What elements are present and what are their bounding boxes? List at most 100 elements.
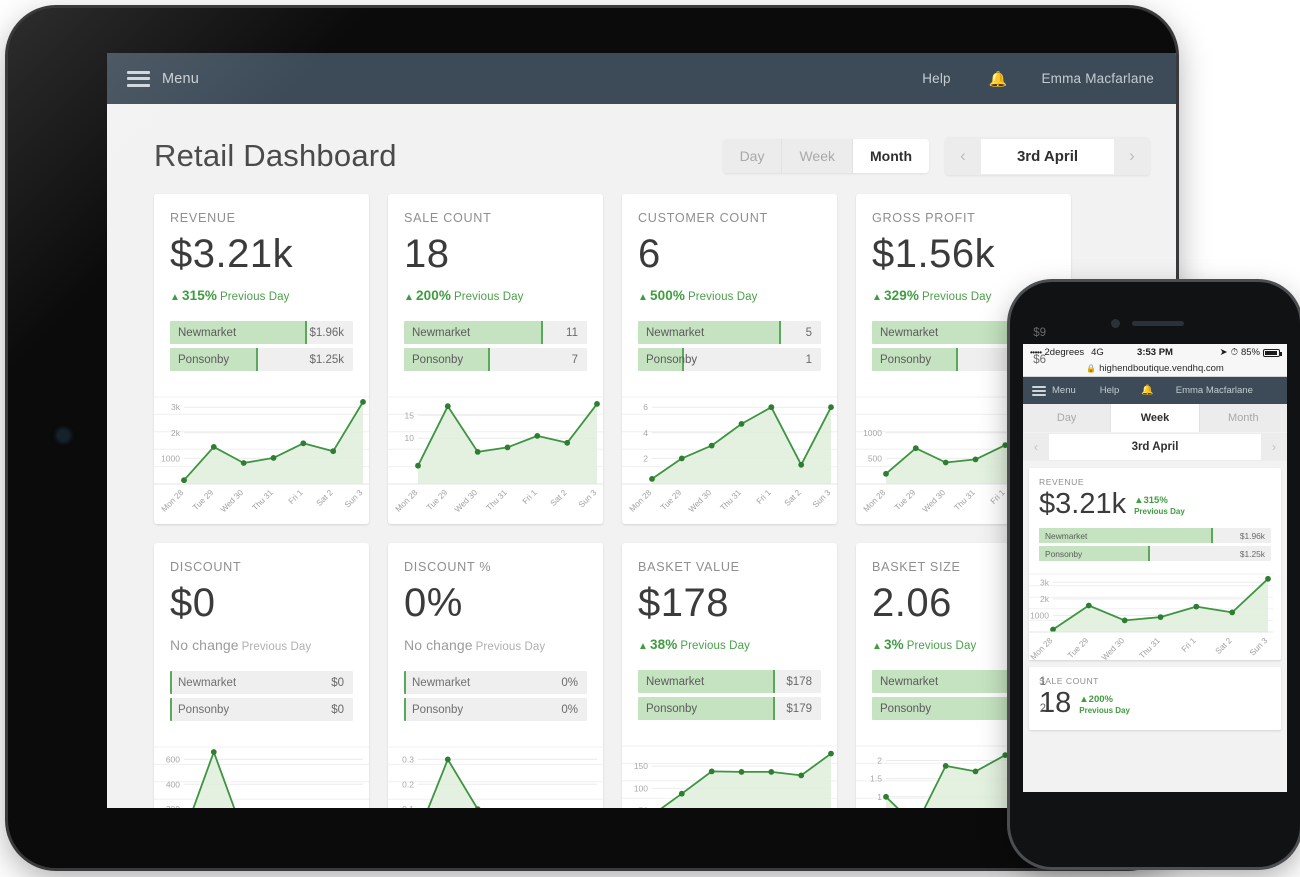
outlet-row[interactable]: Ponsonby $179 — [638, 697, 821, 721]
outlet-row[interactable]: Newmarket 11 — [404, 321, 587, 345]
delta-up-caret-icon: ▲ — [638, 292, 648, 304]
kpi-card-customer-count[interactable]: CUSTOMER COUNT 6 ▲ 500% Previous Day Newmarke… — [622, 194, 837, 524]
browser-address-bar[interactable]: 🔒 highendboutique.vendhq.com — [1023, 361, 1287, 377]
outlet-list: Newmarket 5 Ponsonby 1 — [638, 321, 821, 372]
kpi-card-revenue[interactable]: REVENUE $3.21k ▲ 315% Previous Day Newmarket $… — [154, 194, 369, 524]
phone-date-navigator[interactable]: ‹ 3rd April › — [1023, 433, 1287, 461]
alarm-icon: ⏱ — [1230, 347, 1238, 358]
phone-kpi-value-row: $3.21k ▲315% Previous Day — [1039, 490, 1271, 519]
phone-next-date-button[interactable]: › — [1261, 433, 1287, 461]
svg-text:50: 50 — [639, 806, 649, 808]
date-navigator[interactable]: ‹ 3rd April › — [945, 137, 1150, 175]
delta-value: 3% — [884, 637, 904, 653]
prev-date-button[interactable]: ‹ — [945, 137, 981, 175]
current-date-label: 3rd April — [981, 138, 1114, 174]
period-segmented-control[interactable]: Day Week Month — [722, 139, 929, 173]
phone-period-segmented-control[interactable]: Day Week Month — [1023, 404, 1287, 432]
svg-text:1: 1 — [877, 792, 882, 802]
outlet-name: Ponsonby — [880, 702, 932, 715]
tab-month[interactable]: Month — [853, 139, 929, 173]
kpi-card-sale-count[interactable]: SALE COUNT 18 ▲ 200% Previous Day Newmarket 11… — [388, 194, 603, 524]
outlet-row[interactable]: Ponsonby 0% — [404, 698, 587, 722]
outlet-row[interactable]: Ponsonby 7 — [404, 348, 587, 372]
outlet-name: Newmarket — [412, 676, 471, 689]
outlet-name: Newmarket — [412, 326, 471, 339]
kpi-label: SALE COUNT — [404, 211, 492, 225]
outlet-name: Ponsonby — [412, 703, 464, 716]
kpi-value: 6 — [638, 232, 661, 276]
phone-kpi-label-2: SALE COUNT — [1039, 676, 1099, 686]
ios-status-bar: ••••• 2degrees 4G 3:53 PM ➤ ⏱ 85% — [1023, 344, 1287, 361]
outlet-name: Ponsonby — [646, 353, 698, 366]
svg-text:3k: 3k — [1040, 577, 1050, 587]
outlet-list: Newmarket $1.96k Ponsonby $1.25k — [170, 321, 353, 372]
kpi-value: 0% — [404, 581, 463, 625]
tab-day[interactable]: Day — [722, 139, 783, 173]
outlet-row[interactable]: Ponsonby $1.25k — [170, 348, 353, 372]
phone-hamburger-menu-icon[interactable] — [1032, 385, 1046, 396]
kpi-label: BASKET VALUE — [638, 560, 740, 574]
phone-kpi-card-revenue[interactable]: REVENUE $3.21k ▲315% Previous Day Newmar… — [1029, 468, 1281, 660]
outlet-bar-marker — [773, 670, 776, 694]
phone-outlet-bar-marker — [1210, 528, 1213, 543]
svg-text:0.1: 0.1 — [402, 804, 414, 808]
outlet-row[interactable]: Newmarket $178 — [638, 670, 821, 694]
outlet-name: Ponsonby — [646, 702, 698, 715]
kpi-card-discount[interactable]: DISCOUNT % 0% No change Previous Day Newmark… — [388, 543, 603, 808]
outlet-bar-marker — [488, 348, 491, 372]
phone-outlet-row[interactable]: Newmarket $1.96k — [1039, 528, 1271, 543]
tab-week[interactable]: Week — [782, 139, 854, 173]
delta-up-caret-icon: ▲ — [404, 292, 414, 304]
phone-menu-label[interactable]: Menu — [1052, 385, 1076, 396]
phone-tab-day[interactable]: Day — [1023, 404, 1112, 432]
outlet-name: Newmarket — [646, 326, 705, 339]
outlet-row[interactable]: Ponsonby $0 — [170, 698, 353, 722]
phone-outlet-row[interactable]: Ponsonby $1.25k — [1039, 546, 1271, 561]
tablet-topbar: Menu Help 🔔 Emma Macfarlane — [107, 53, 1176, 104]
outlet-row[interactable]: Newmarket $1.96k — [170, 321, 353, 345]
kpi-label: CUSTOMER COUNT — [638, 211, 768, 225]
outlet-bar-marker — [305, 321, 308, 345]
kpi-card-basket-value[interactable]: BASKET VALUE $178 ▲ 38% Previous Day Newmarke… — [622, 543, 837, 808]
svg-text:6: 6 — [643, 403, 648, 413]
phone-outlet-bar-marker — [1148, 546, 1151, 561]
outlet-name: Newmarket — [178, 326, 237, 339]
outlet-value: $179 — [786, 702, 812, 715]
outlet-value: 11 — [566, 326, 578, 339]
svg-text:2k: 2k — [171, 428, 181, 438]
outlet-value: 0% — [561, 703, 578, 716]
phone-prev-date-button[interactable]: ‹ — [1023, 433, 1049, 461]
delta-value: No change — [170, 637, 239, 654]
outlet-value: $6 — [1033, 353, 1046, 366]
phone-help-link[interactable]: Help — [1100, 385, 1120, 396]
help-link[interactable]: Help — [922, 71, 951, 86]
svg-text:0.2: 0.2 — [402, 780, 414, 790]
outlet-value: $1.96k — [309, 326, 344, 339]
outlet-row[interactable]: Newmarket 0% — [404, 671, 587, 695]
next-date-button[interactable]: › — [1114, 137, 1150, 175]
kpi-delta: No change Previous Day — [404, 637, 587, 653]
sparkline-chart: 1000 2k 3k Mon 28 Tue 29 Wed 30 Thu 31 Fri 1 Sat… — [154, 387, 369, 523]
phone-bell-icon[interactable]: 🔔 — [1141, 385, 1153, 396]
kpi-card-discount[interactable]: DISCOUNT $0 No change Previous Day Newmarket… — [154, 543, 369, 808]
svg-text:1000: 1000 — [1030, 610, 1049, 620]
outlet-name: Newmarket — [178, 676, 237, 689]
outlet-value: 0% — [561, 676, 578, 689]
phone-kpi-card-sale-count[interactable]: SALE COUNT 18 ▲200% Previous Day — [1029, 667, 1281, 730]
svg-text:500: 500 — [868, 454, 882, 464]
bell-icon[interactable]: 🔔 — [989, 70, 1008, 88]
outlet-row[interactable]: Newmarket 5 — [638, 321, 821, 345]
phone-user-name[interactable]: Emma Macfarlane — [1176, 385, 1253, 396]
user-name[interactable]: Emma Macfarlane — [1041, 71, 1154, 86]
svg-text:2k: 2k — [1040, 594, 1050, 604]
phone-tab-month[interactable]: Month — [1200, 404, 1287, 432]
hamburger-menu-icon[interactable] — [127, 70, 150, 87]
outlet-row[interactable]: Ponsonby 1 — [638, 348, 821, 372]
delta-value: 500% — [650, 288, 685, 304]
phone-tab-week[interactable]: Week — [1111, 404, 1200, 432]
outlet-row[interactable]: Newmarket $0 — [170, 671, 353, 695]
outlet-name: Newmarket — [880, 675, 939, 688]
delta-value: 315% — [182, 288, 217, 304]
phone-kpi-label: REVENUE — [1039, 477, 1085, 487]
menu-label[interactable]: Menu — [162, 71, 199, 87]
